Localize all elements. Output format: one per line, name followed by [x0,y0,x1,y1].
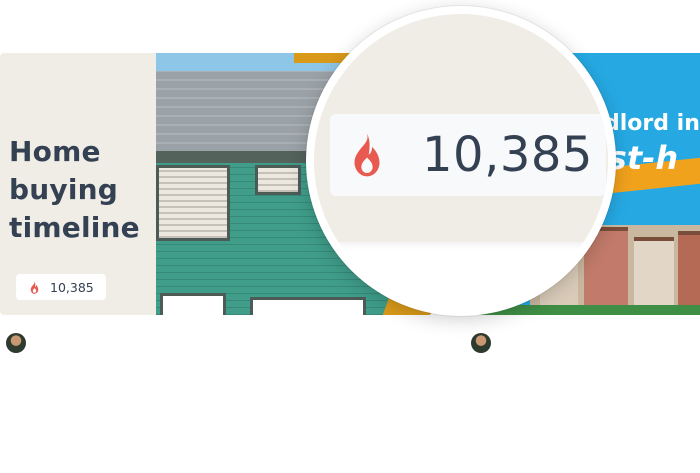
fire-icon [30,280,39,294]
author-avatar[interactable] [6,333,26,353]
photo-window-shutter [255,165,301,195]
magnified-view-count-text: 10,385 [422,127,593,183]
magnifier-callout: 10,385 [306,6,616,316]
photo-lower-window [160,293,226,315]
fire-icon [354,133,380,176]
card-title-line-2: buying [9,173,119,206]
author-avatar[interactable] [471,333,491,353]
card-title-line-3: timeline [9,211,140,244]
photo-house [634,237,674,315]
card-title[interactable]: Home buying timeline [9,133,159,247]
card-headline-line-1: dlord ins [604,111,700,136]
view-count-badge: 10,385 [16,274,106,300]
photo-house [678,231,700,315]
view-count-text: 10,385 [50,279,94,295]
magnified-view-count-badge: 10,385 [330,114,606,196]
photo-window-shutter [156,165,230,241]
card-title-line-1: Home [9,135,101,168]
magnifier-lens: 10,385 [314,14,608,308]
photo-lower-window [250,297,366,315]
card-text-panel: Home buying timeline 10,385 [0,53,156,315]
